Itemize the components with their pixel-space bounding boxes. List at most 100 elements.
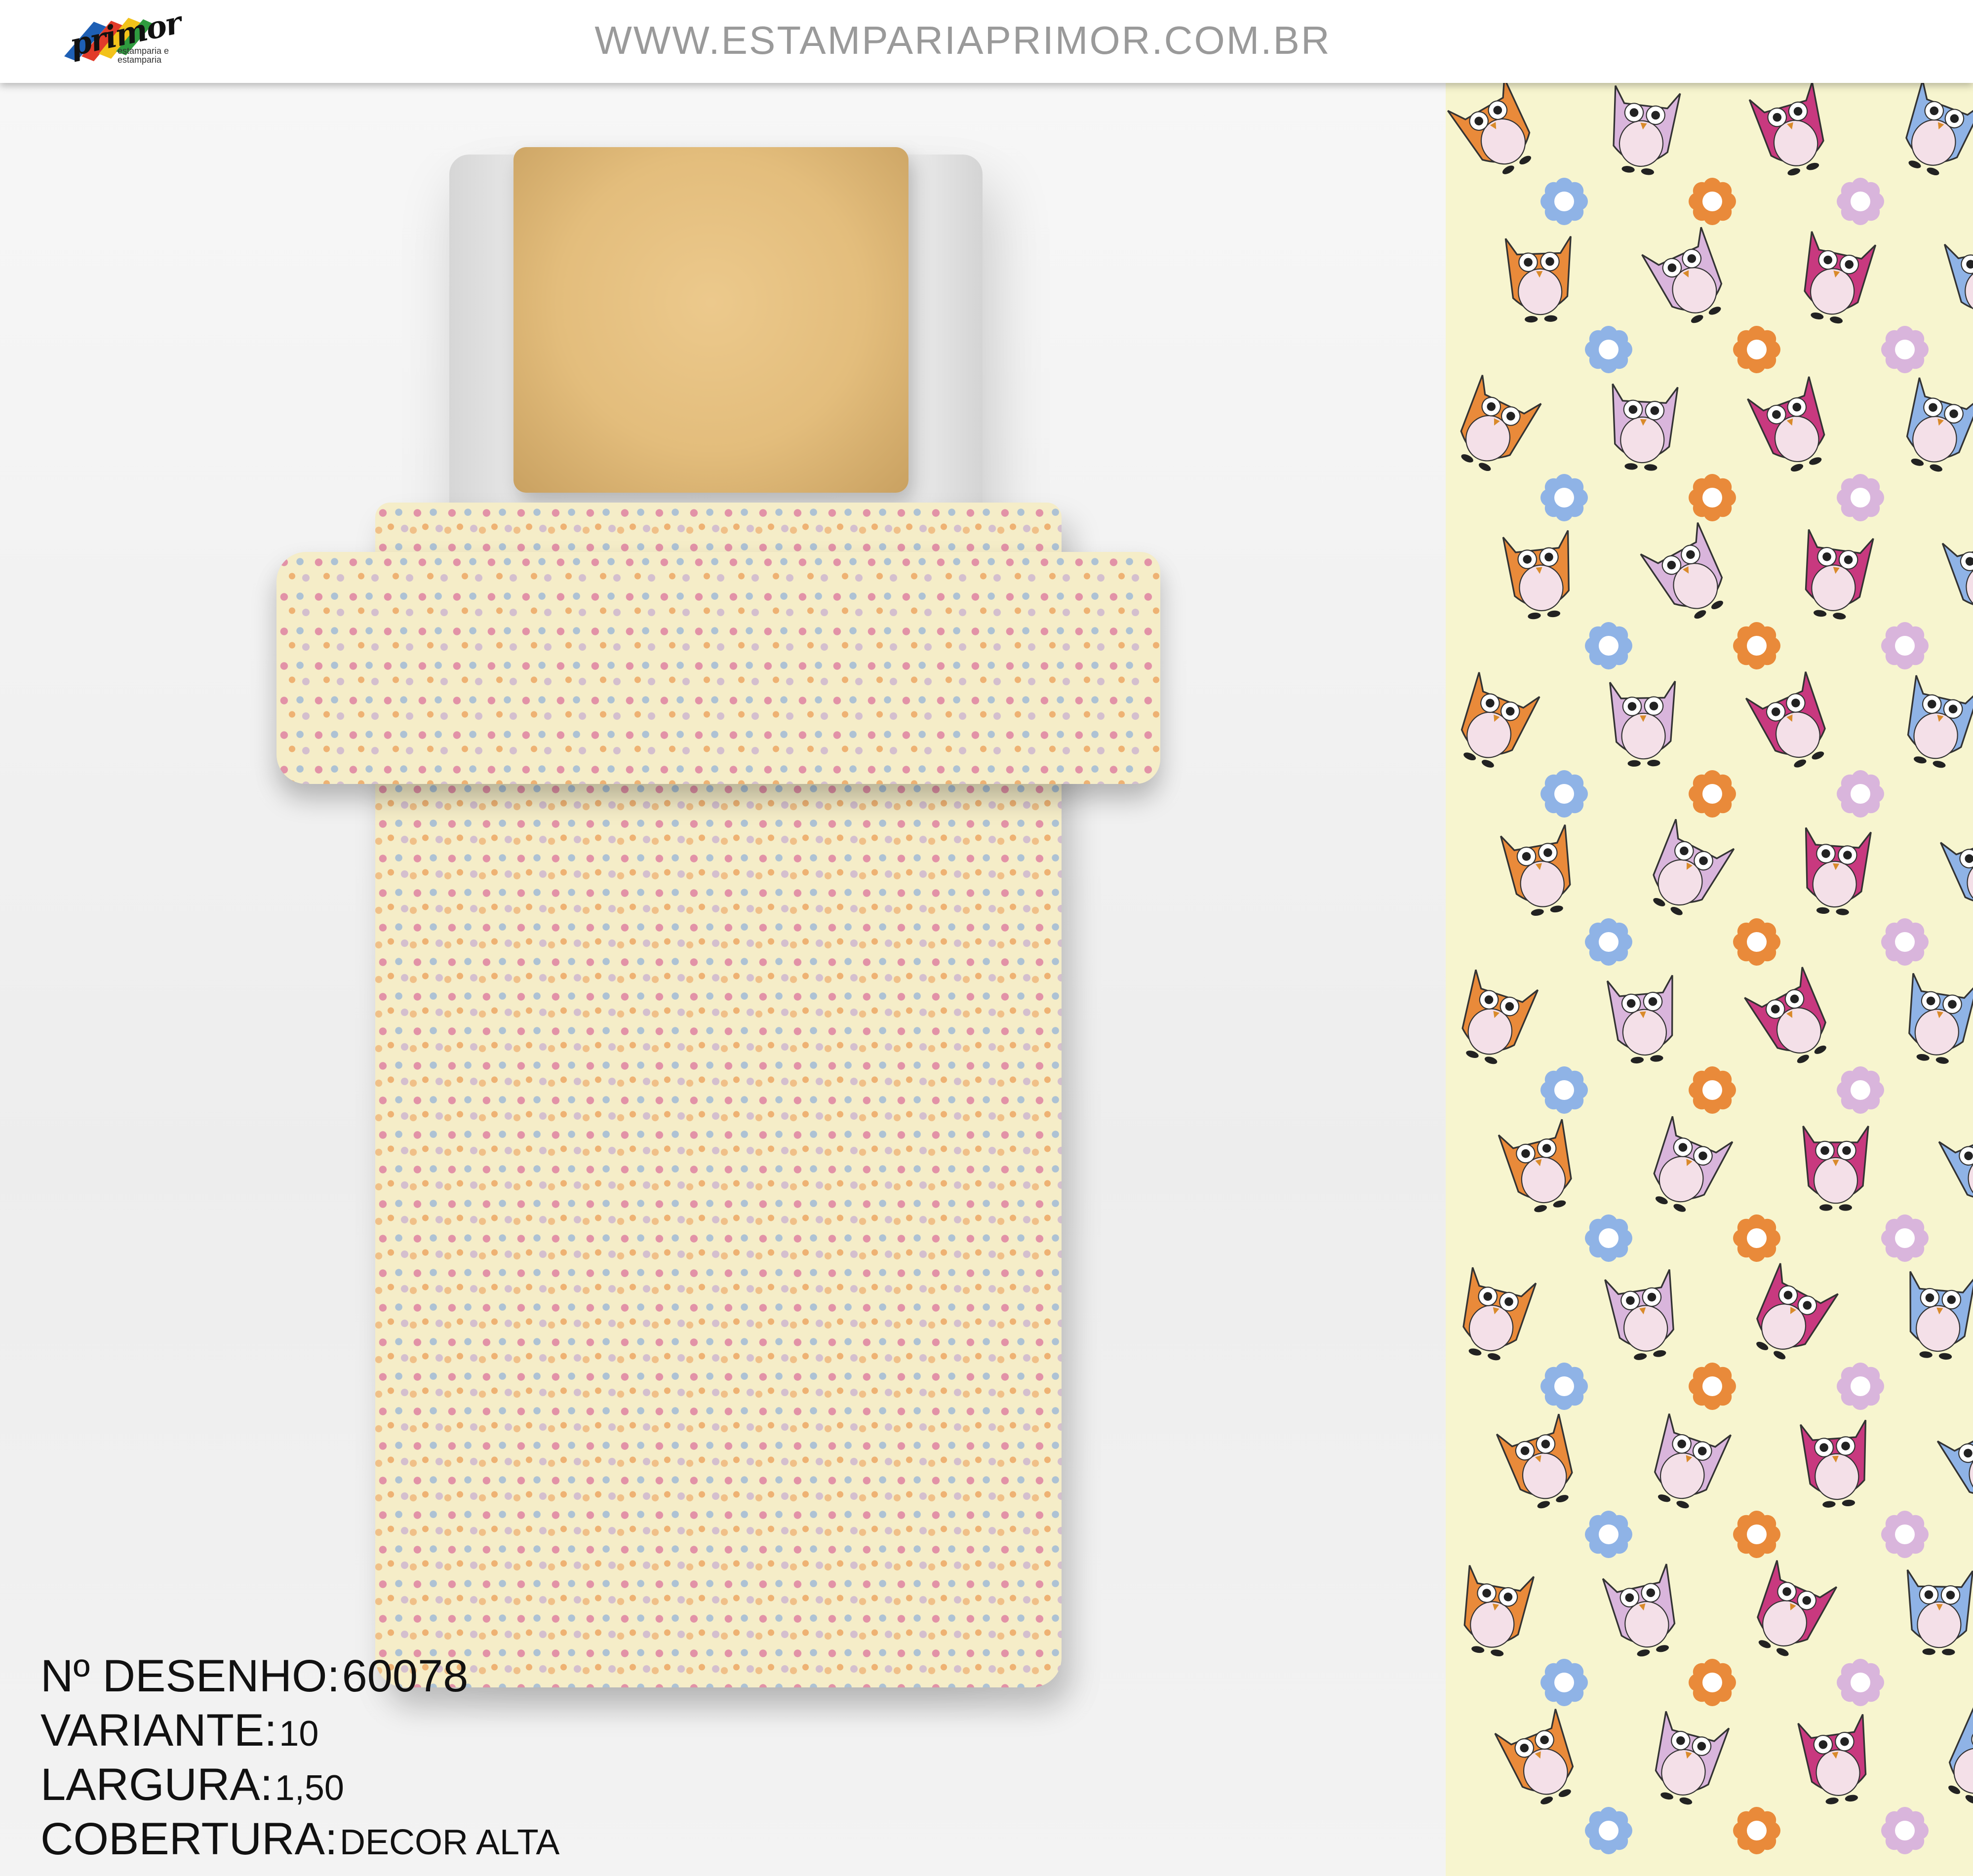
owl-icon xyxy=(1805,529,1874,620)
design-number-value: 60078 xyxy=(342,1651,469,1701)
owl-icon xyxy=(1640,522,1723,619)
flower-icon xyxy=(1689,1363,1736,1410)
owl-icon xyxy=(1745,671,1826,768)
flower-icon xyxy=(1689,178,1736,225)
flower-icon xyxy=(1881,1807,1929,1854)
flower-icon xyxy=(1689,474,1736,521)
owl-icon xyxy=(1943,232,1973,315)
flower-icon xyxy=(1733,326,1780,373)
owl-icon xyxy=(1748,83,1824,176)
owl-icon xyxy=(1461,969,1539,1064)
flower-icon xyxy=(1837,1363,1884,1410)
owl-icon xyxy=(1908,973,1973,1064)
owl-icon xyxy=(1744,967,1826,1063)
owl-icon xyxy=(1905,83,1973,176)
product-page: primor estamparia e estamparia WWW.ESTAM… xyxy=(0,0,1973,1876)
flower-icon xyxy=(1585,622,1632,669)
variant-label: VARIANTE: xyxy=(40,1705,277,1756)
flower-icon xyxy=(1540,770,1588,818)
design-number-row: Nº DESENHO: 60078 xyxy=(40,1649,732,1703)
owl-icon xyxy=(1804,231,1877,324)
owl-icon xyxy=(1940,821,1973,907)
owl-icon xyxy=(1460,375,1542,471)
owl-icon xyxy=(1654,1413,1732,1509)
design-number-label: Nº DESENHO: xyxy=(40,1651,340,1701)
owl-icon xyxy=(1498,1119,1572,1212)
owl-icon xyxy=(1462,1267,1537,1361)
flower-icon xyxy=(1689,1659,1736,1706)
owl-pattern xyxy=(1447,83,1973,1854)
flower-icon xyxy=(1837,770,1884,818)
duvet-fold xyxy=(276,552,1160,784)
header-bar: primor estamparia e estamparia WWW.ESTAM… xyxy=(0,0,1973,83)
owl-icon xyxy=(1602,1563,1676,1657)
flower-icon xyxy=(1540,1659,1588,1706)
flower-icon xyxy=(1733,622,1780,669)
flower-icon xyxy=(1881,1511,1929,1558)
width-value: 1,50 xyxy=(275,1768,344,1808)
bed-mockup xyxy=(0,83,1446,1876)
variant-value: 10 xyxy=(279,1714,319,1754)
width-row: LARGURA: 1,50 xyxy=(40,1758,732,1812)
site-url-link[interactable]: WWW.ESTAMPARIAPRIMOR.COM.BR xyxy=(583,11,1343,70)
product-info: Nº DESENHO: 60078 VARIANTE: 10 LARGURA: … xyxy=(40,1649,732,1866)
flower-icon xyxy=(1540,474,1588,521)
flower-icon xyxy=(1837,178,1884,225)
owl-icon xyxy=(1653,819,1735,915)
coverage-row: COBERTURA: DECOR ALTA xyxy=(40,1812,732,1866)
owl-icon xyxy=(1802,1126,1869,1211)
flower-icon xyxy=(1540,1066,1588,1114)
owl-icon xyxy=(1936,1411,1973,1498)
flower-icon xyxy=(1733,1511,1780,1558)
owl-icon xyxy=(1655,1711,1730,1805)
owl-icon xyxy=(1641,227,1723,323)
owl-icon xyxy=(1797,1714,1867,1804)
owl-icon xyxy=(1948,1707,1973,1804)
owl-icon xyxy=(1941,526,1973,611)
owl-icon xyxy=(1496,1413,1573,1509)
pattern-swatch xyxy=(1446,83,1973,1876)
owl-icon xyxy=(1460,672,1540,768)
owl-icon xyxy=(1606,975,1673,1064)
flower-icon xyxy=(1585,918,1632,966)
flower-icon xyxy=(1585,1807,1632,1854)
owl-icon xyxy=(1747,376,1825,472)
flower-icon xyxy=(1540,178,1588,225)
owl-icon xyxy=(1504,235,1572,323)
flower-icon xyxy=(1585,326,1632,373)
flower-icon xyxy=(1689,1066,1736,1114)
owl-icon xyxy=(1612,383,1679,471)
owl-icon xyxy=(1463,1565,1535,1656)
coverage-value: DECOR ALTA xyxy=(339,1823,560,1862)
flower-icon xyxy=(1837,474,1884,521)
owl-icon xyxy=(1907,675,1973,768)
brand-logo[interactable]: primor estamparia e estamparia xyxy=(59,4,193,71)
flower-icon xyxy=(1733,1214,1780,1262)
flower-icon xyxy=(1881,918,1929,966)
flower-icon xyxy=(1881,326,1929,373)
owl-icon xyxy=(1800,1419,1867,1508)
owl-icon xyxy=(1502,530,1570,620)
owl-icon xyxy=(1909,1271,1973,1360)
owl-icon xyxy=(1756,1263,1839,1360)
flower-icon xyxy=(1585,1511,1632,1558)
coverage-label: COBERTURA: xyxy=(40,1814,338,1864)
pillow xyxy=(513,147,908,493)
owl-icon xyxy=(1613,85,1681,175)
flower-icon xyxy=(1837,1659,1884,1706)
owl-icon xyxy=(1757,1560,1838,1656)
variant-row: VARIANTE: 10 xyxy=(40,1703,732,1758)
owl-icon xyxy=(1609,680,1676,767)
flower-icon xyxy=(1540,1363,1588,1410)
owl-icon xyxy=(1906,1569,1973,1655)
owl-icon xyxy=(1604,1269,1674,1360)
owl-icon xyxy=(1653,1116,1734,1212)
owl-icon xyxy=(1500,824,1571,916)
width-label: LARGURA: xyxy=(40,1759,273,1810)
flower-icon xyxy=(1733,1807,1780,1854)
flower-icon xyxy=(1689,770,1736,818)
flower-icon xyxy=(1881,622,1929,669)
logo-subtitle: estamparia e estamparia xyxy=(118,46,169,65)
flower-icon xyxy=(1585,1214,1632,1262)
flower-icon xyxy=(1733,918,1780,966)
